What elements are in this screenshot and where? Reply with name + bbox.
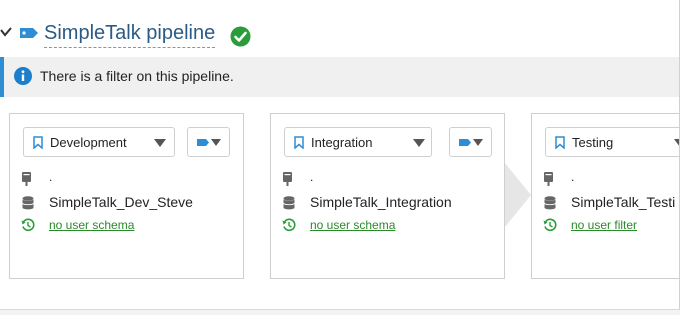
tag-icon — [20, 28, 38, 38]
database-name: SimpleTalk_Dev_Steve — [49, 194, 193, 210]
server-icon — [544, 172, 553, 186]
chevron-down-icon — [413, 139, 425, 147]
history-icon — [543, 218, 557, 232]
database-name: SimpleTalk_Testi — [571, 194, 676, 210]
tag-dropdown-button[interactable] — [187, 127, 230, 157]
flow-arrow-icon — [505, 163, 531, 227]
history-icon — [21, 218, 35, 232]
tag-dropdown-button[interactable] — [449, 127, 492, 157]
chevron-down-icon[interactable] — [0, 25, 12, 39]
history-icon — [282, 218, 296, 232]
environment-name: Integration — [311, 135, 373, 150]
server-name: . — [310, 170, 314, 184]
window-bottom-edge — [0, 309, 680, 315]
server-icon — [283, 172, 292, 186]
schema-link[interactable]: no user schema — [310, 218, 395, 232]
database-icon — [22, 196, 34, 210]
bookmark-icon — [555, 136, 565, 149]
chevron-down-icon — [154, 139, 166, 147]
pipeline-title[interactable]: SimpleTalk pipeline — [44, 20, 216, 48]
chevron-down-icon — [211, 139, 221, 146]
server-name: . — [49, 170, 53, 184]
environment-name: Testing — [572, 135, 614, 150]
database-icon — [283, 196, 295, 210]
bookmark-icon — [33, 136, 43, 149]
schema-link[interactable]: no user schema — [49, 218, 134, 232]
server-name: . — [571, 170, 575, 184]
schema-link[interactable]: no user filter — [571, 218, 637, 232]
bookmark-icon — [294, 136, 304, 149]
database-icon — [544, 196, 556, 210]
info-message: There is a filter on this pipeline. — [40, 68, 234, 84]
check-circle-icon — [230, 26, 251, 47]
tag-icon — [197, 139, 209, 146]
server-icon — [22, 172, 31, 186]
filter-info-banner: There is a filter on this pipeline. — [0, 57, 680, 97]
database-name: SimpleTalk_Integration — [310, 194, 452, 210]
stage-card-development: Development . SimpleTalk_Dev_Steve no us… — [9, 113, 244, 279]
stage-card-testing: Testing . SimpleTalk_Testi no user filte… — [531, 113, 680, 279]
chevron-down-icon — [473, 139, 483, 146]
environment-select[interactable]: Development — [23, 127, 175, 157]
environment-select[interactable]: Integration — [284, 127, 432, 157]
tag-icon — [459, 139, 471, 146]
environment-select[interactable]: Testing — [545, 127, 680, 157]
environment-name: Development — [50, 135, 127, 150]
stage-card-integration: Integration . SimpleTalk_Integration no … — [270, 113, 505, 279]
info-icon — [14, 67, 32, 85]
